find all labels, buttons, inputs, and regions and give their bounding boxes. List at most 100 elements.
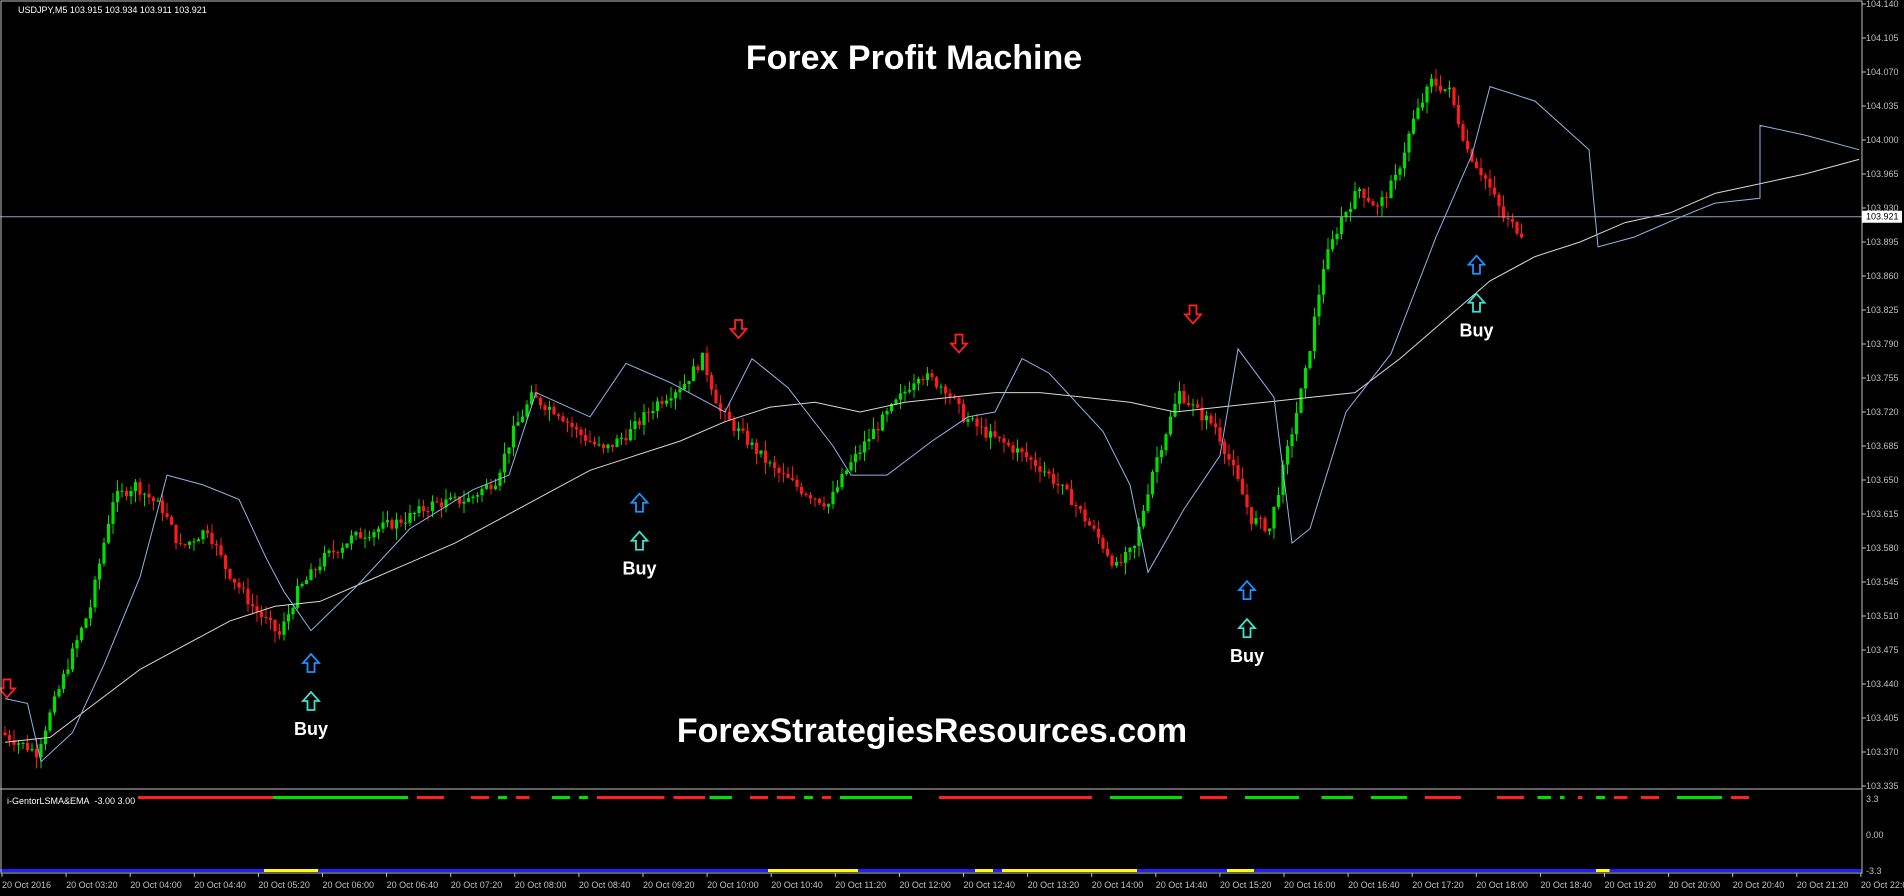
website-watermark: ForexStrategiesResources.com — [677, 712, 1187, 750]
candle-body — [700, 352, 705, 371]
subwindow-title: i-GentorLSMA&EMA -3.00 3.00 — [7, 796, 135, 806]
candle-body — [381, 522, 385, 529]
candle-body — [1047, 471, 1051, 474]
x-tick-label: 20 Oct 13:20 — [1028, 880, 1080, 890]
signal-bar-down — [1614, 796, 1628, 799]
candle-body — [1425, 86, 1429, 103]
candle-body — [786, 473, 790, 478]
chart-title: Forex Profit Machine — [746, 39, 1082, 77]
candle-body — [970, 418, 975, 420]
candle-body — [66, 669, 70, 674]
candle-body — [471, 496, 475, 499]
candle-body — [30, 748, 34, 751]
candle-body — [439, 502, 444, 508]
signal-bar-down — [1641, 796, 1659, 799]
candle-body — [1123, 552, 1128, 563]
candle-body — [322, 552, 327, 567]
candle-body — [1209, 415, 1213, 424]
signal-bar-up — [552, 796, 570, 799]
candle-body — [556, 414, 561, 417]
candle-body — [304, 580, 309, 584]
x-tick-label: 20 Oct 04:00 — [130, 880, 182, 890]
candle-body — [903, 391, 907, 394]
candle-body — [1335, 233, 1339, 240]
signal-bar-down — [417, 796, 444, 799]
candle-body — [21, 742, 25, 744]
candle-body — [466, 498, 471, 502]
candle-body — [1321, 269, 1326, 295]
candle-body — [412, 513, 417, 515]
candle-body — [1078, 506, 1083, 510]
x-tick-label: 20 Oct 18:00 — [1476, 880, 1528, 890]
candle-body — [426, 511, 430, 513]
candle-body — [588, 440, 592, 442]
candle-body — [930, 373, 934, 378]
signal-bar-down — [471, 796, 489, 799]
candle-body — [1011, 445, 1015, 453]
candle-body — [844, 470, 849, 475]
candle-body — [1443, 89, 1447, 91]
candle-body — [336, 552, 340, 554]
candle-body — [1227, 454, 1231, 460]
candle-body — [1474, 161, 1479, 168]
buy-label: Buy — [294, 719, 328, 739]
candle-body — [84, 618, 88, 628]
y-tick-label: 104.140 — [1866, 0, 1899, 9]
candle-body — [1083, 509, 1087, 522]
candle-body — [984, 426, 988, 438]
candle-body — [547, 406, 552, 410]
candle-body — [421, 506, 426, 512]
candle-body — [1033, 459, 1038, 467]
candle-body — [885, 411, 889, 415]
candle-body — [1177, 391, 1182, 404]
candle-body — [300, 583, 304, 586]
candle-body — [295, 585, 300, 608]
candle-body — [1326, 249, 1330, 270]
candle-body — [282, 621, 286, 635]
candle-body — [399, 519, 403, 524]
candle-body — [1290, 434, 1294, 447]
candle-body — [1479, 167, 1483, 176]
candle-body — [507, 447, 511, 454]
candle-body — [1330, 239, 1335, 250]
x-tick-label: 20 Oct 2016 — [2, 880, 51, 890]
y-tick-label: 103.370 — [1866, 747, 1899, 757]
candle-body — [1222, 441, 1227, 455]
candle-body — [124, 490, 129, 497]
candle-body — [417, 506, 421, 514]
chart-background — [0, 0, 1904, 896]
y-tick-label: 103.685 — [1866, 441, 1899, 451]
candle-body — [1366, 198, 1371, 202]
candle-body — [817, 498, 822, 504]
signal-bar-up — [579, 796, 588, 799]
candle-body — [106, 523, 111, 543]
candle-body — [210, 533, 214, 545]
candle-body — [948, 393, 952, 397]
candle-body — [1488, 178, 1492, 188]
y-tick-label: 104.000 — [1866, 135, 1899, 145]
price-chart[interactable]: Buy Buy Buy Buy 3.3 0.00 -3.3 104.140 104.105 1… — [0, 0, 1904, 896]
signal-bar-down — [1578, 796, 1583, 799]
x-tick-label: 20 Oct 22:00 — [1861, 880, 1904, 890]
signal-bar-up — [1677, 796, 1722, 799]
y-tick-label: 103.895 — [1866, 237, 1899, 247]
candle-body — [57, 689, 61, 697]
candle-body — [403, 522, 408, 524]
candle-body — [363, 537, 367, 539]
signal-bar-down — [939, 796, 1092, 799]
signal-bar-down — [1497, 796, 1524, 799]
candle-body — [1029, 457, 1033, 460]
candle-body — [574, 427, 579, 430]
candle-body — [1236, 465, 1240, 479]
y-tick-label: 103.790 — [1866, 339, 1899, 349]
candle-body — [430, 501, 435, 512]
candle-body — [592, 441, 597, 445]
candle-body — [286, 614, 291, 622]
candle-body — [849, 462, 853, 471]
candle-body — [790, 477, 795, 480]
candle-body — [1357, 188, 1362, 192]
bottom-signal-bar — [264, 869, 318, 872]
candle-body — [480, 488, 484, 496]
candle-body — [1258, 518, 1263, 520]
candle-body — [565, 421, 570, 423]
